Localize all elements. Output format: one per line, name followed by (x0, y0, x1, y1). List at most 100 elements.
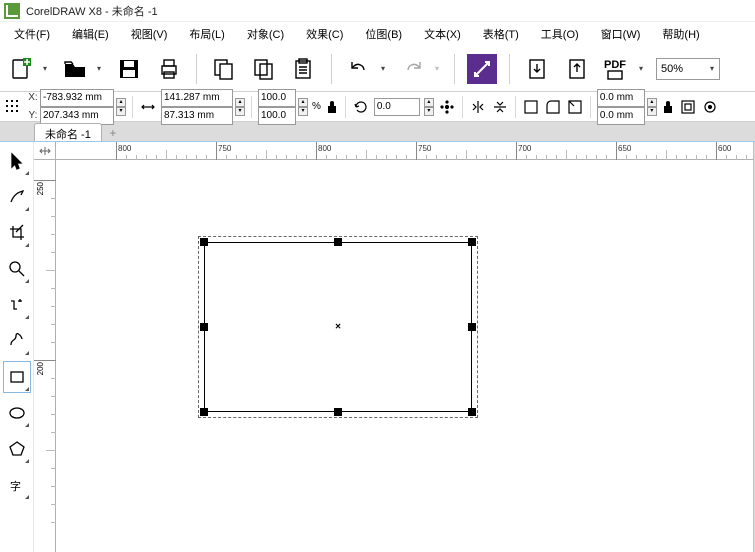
options-icon[interactable] (701, 98, 719, 116)
mirror-v-icon[interactable] (491, 98, 509, 116)
menu-tools[interactable]: 工具(O) (531, 23, 589, 45)
shape-tool[interactable] (4, 182, 30, 212)
doc-tab[interactable]: 未命名 -1 (34, 123, 102, 141)
titlebar: CorelDRAW X8 - 未命名 -1 (0, 0, 755, 22)
zoom-combo[interactable]: ▾ (656, 58, 720, 80)
spin-down[interactable]: ▾ (647, 107, 657, 116)
menu-file[interactable]: 文件(F) (4, 23, 60, 45)
export-button[interactable] (522, 54, 552, 84)
spin-down[interactable]: ▾ (424, 107, 434, 116)
rectangle-tool[interactable] (4, 362, 30, 392)
menu-layout[interactable]: 布局(L) (179, 23, 234, 45)
spin-down[interactable]: ▾ (235, 107, 245, 116)
menu-help[interactable]: 帮助(H) (652, 23, 709, 45)
app-icon (4, 3, 20, 19)
scale-y-input[interactable] (258, 107, 296, 125)
rotate-opts-icon[interactable] (438, 98, 456, 116)
outline-lock-icon[interactable] (661, 98, 675, 116)
corner-2-icon[interactable] (544, 98, 562, 116)
menu-edit[interactable]: 编辑(E) (62, 23, 119, 45)
resize-handle[interactable] (334, 238, 342, 246)
y-label: Y: (26, 110, 40, 121)
resize-handle[interactable] (468, 238, 476, 246)
copy-button[interactable] (249, 54, 279, 84)
spin-up[interactable]: ▴ (116, 98, 126, 107)
open-button[interactable] (60, 54, 90, 84)
percent-label: % (312, 101, 321, 112)
pos-x-input[interactable] (40, 89, 114, 107)
curve-tool[interactable] (4, 326, 30, 356)
ellipse-tool[interactable] (4, 398, 30, 428)
angle-input[interactable] (374, 98, 420, 116)
cut-button[interactable] (209, 54, 239, 84)
resize-handle[interactable] (468, 323, 476, 331)
resize-handle[interactable] (200, 408, 208, 416)
undo-dropdown[interactable]: ▾ (378, 54, 388, 84)
pdf-dropdown[interactable]: ▾ (636, 54, 646, 84)
size-group: ▴▾ (161, 89, 245, 125)
zoom-tool[interactable] (4, 254, 30, 284)
spin-down[interactable]: ▾ (298, 107, 308, 116)
origin-icon[interactable] (4, 98, 22, 116)
undo-button[interactable] (344, 54, 374, 84)
redo-button[interactable] (398, 54, 428, 84)
corner-1-icon[interactable] (522, 98, 540, 116)
rotate-icon (352, 98, 370, 116)
main-toolbar: ▾ ▾ ▾ ▾ (0, 46, 755, 92)
mirror-h-icon[interactable] (469, 98, 487, 116)
scale-x-input[interactable] (258, 89, 296, 107)
spin-up[interactable]: ▴ (424, 98, 434, 107)
resize-handle[interactable] (334, 408, 342, 416)
crop-tool[interactable] (4, 218, 30, 248)
outline-1-input[interactable] (597, 89, 645, 107)
spin-up[interactable]: ▴ (298, 98, 308, 107)
menu-effects[interactable]: 效果(C) (296, 23, 353, 45)
polygon-tool[interactable] (4, 434, 30, 464)
resize-handle[interactable] (468, 408, 476, 416)
lock-ratio-icon[interactable] (325, 98, 339, 116)
publish-button[interactable] (562, 54, 592, 84)
pos-y-input[interactable] (40, 107, 114, 125)
canvas[interactable]: × (56, 160, 755, 552)
ruler-horizontal[interactable]: 800750800750700650600 (56, 142, 755, 160)
wrap-icon[interactable] (679, 98, 697, 116)
outline-group: ▴▾ (597, 89, 657, 125)
redo-dropdown[interactable]: ▾ (432, 54, 442, 84)
paste-button[interactable] (289, 54, 319, 84)
save-button[interactable] (114, 54, 144, 84)
menu-window[interactable]: 窗口(W) (591, 23, 651, 45)
separator (509, 54, 510, 84)
open-dropdown[interactable]: ▾ (94, 54, 104, 84)
spin-down[interactable]: ▾ (116, 107, 126, 116)
resize-handle[interactable] (200, 238, 208, 246)
corner-3-icon[interactable] (566, 98, 584, 116)
menu-view[interactable]: 视图(V) (121, 23, 178, 45)
new-button[interactable] (6, 54, 36, 84)
zoom-input[interactable] (657, 59, 705, 79)
width-input[interactable] (161, 89, 233, 107)
import-button[interactable] (467, 54, 497, 84)
new-dropdown[interactable]: ▾ (40, 54, 50, 84)
resize-handle[interactable] (200, 323, 208, 331)
separator (454, 54, 455, 84)
text-tool[interactable]: 字 (4, 470, 30, 500)
document-tabs: 未命名 -1 + (0, 122, 755, 142)
menu-text[interactable]: 文本(X) (414, 23, 471, 45)
menu-bitmap[interactable]: 位图(B) (355, 23, 412, 45)
menu-table[interactable]: 表格(T) (473, 23, 529, 45)
print-button[interactable] (154, 54, 184, 84)
add-tab-button[interactable]: + (104, 125, 122, 141)
pdf-button[interactable]: PDF (602, 54, 632, 84)
spin-up[interactable]: ▴ (647, 98, 657, 107)
menu-object[interactable]: 对象(C) (237, 23, 294, 45)
property-bar: X: Y: ▴▾ ▴▾ ▴▾ % ▴▾ ▴▾ (0, 92, 755, 122)
freehand-tool[interactable] (4, 290, 30, 320)
ruler-origin[interactable] (34, 142, 56, 160)
zoom-caret-icon[interactable]: ▾ (705, 64, 719, 73)
spin-up[interactable]: ▴ (235, 98, 245, 107)
ruler-vertical[interactable]: 250200 (34, 160, 56, 552)
outline-2-input[interactable] (597, 107, 645, 125)
separator (331, 54, 332, 84)
height-input[interactable] (161, 107, 233, 125)
pick-tool[interactable] (4, 146, 30, 176)
